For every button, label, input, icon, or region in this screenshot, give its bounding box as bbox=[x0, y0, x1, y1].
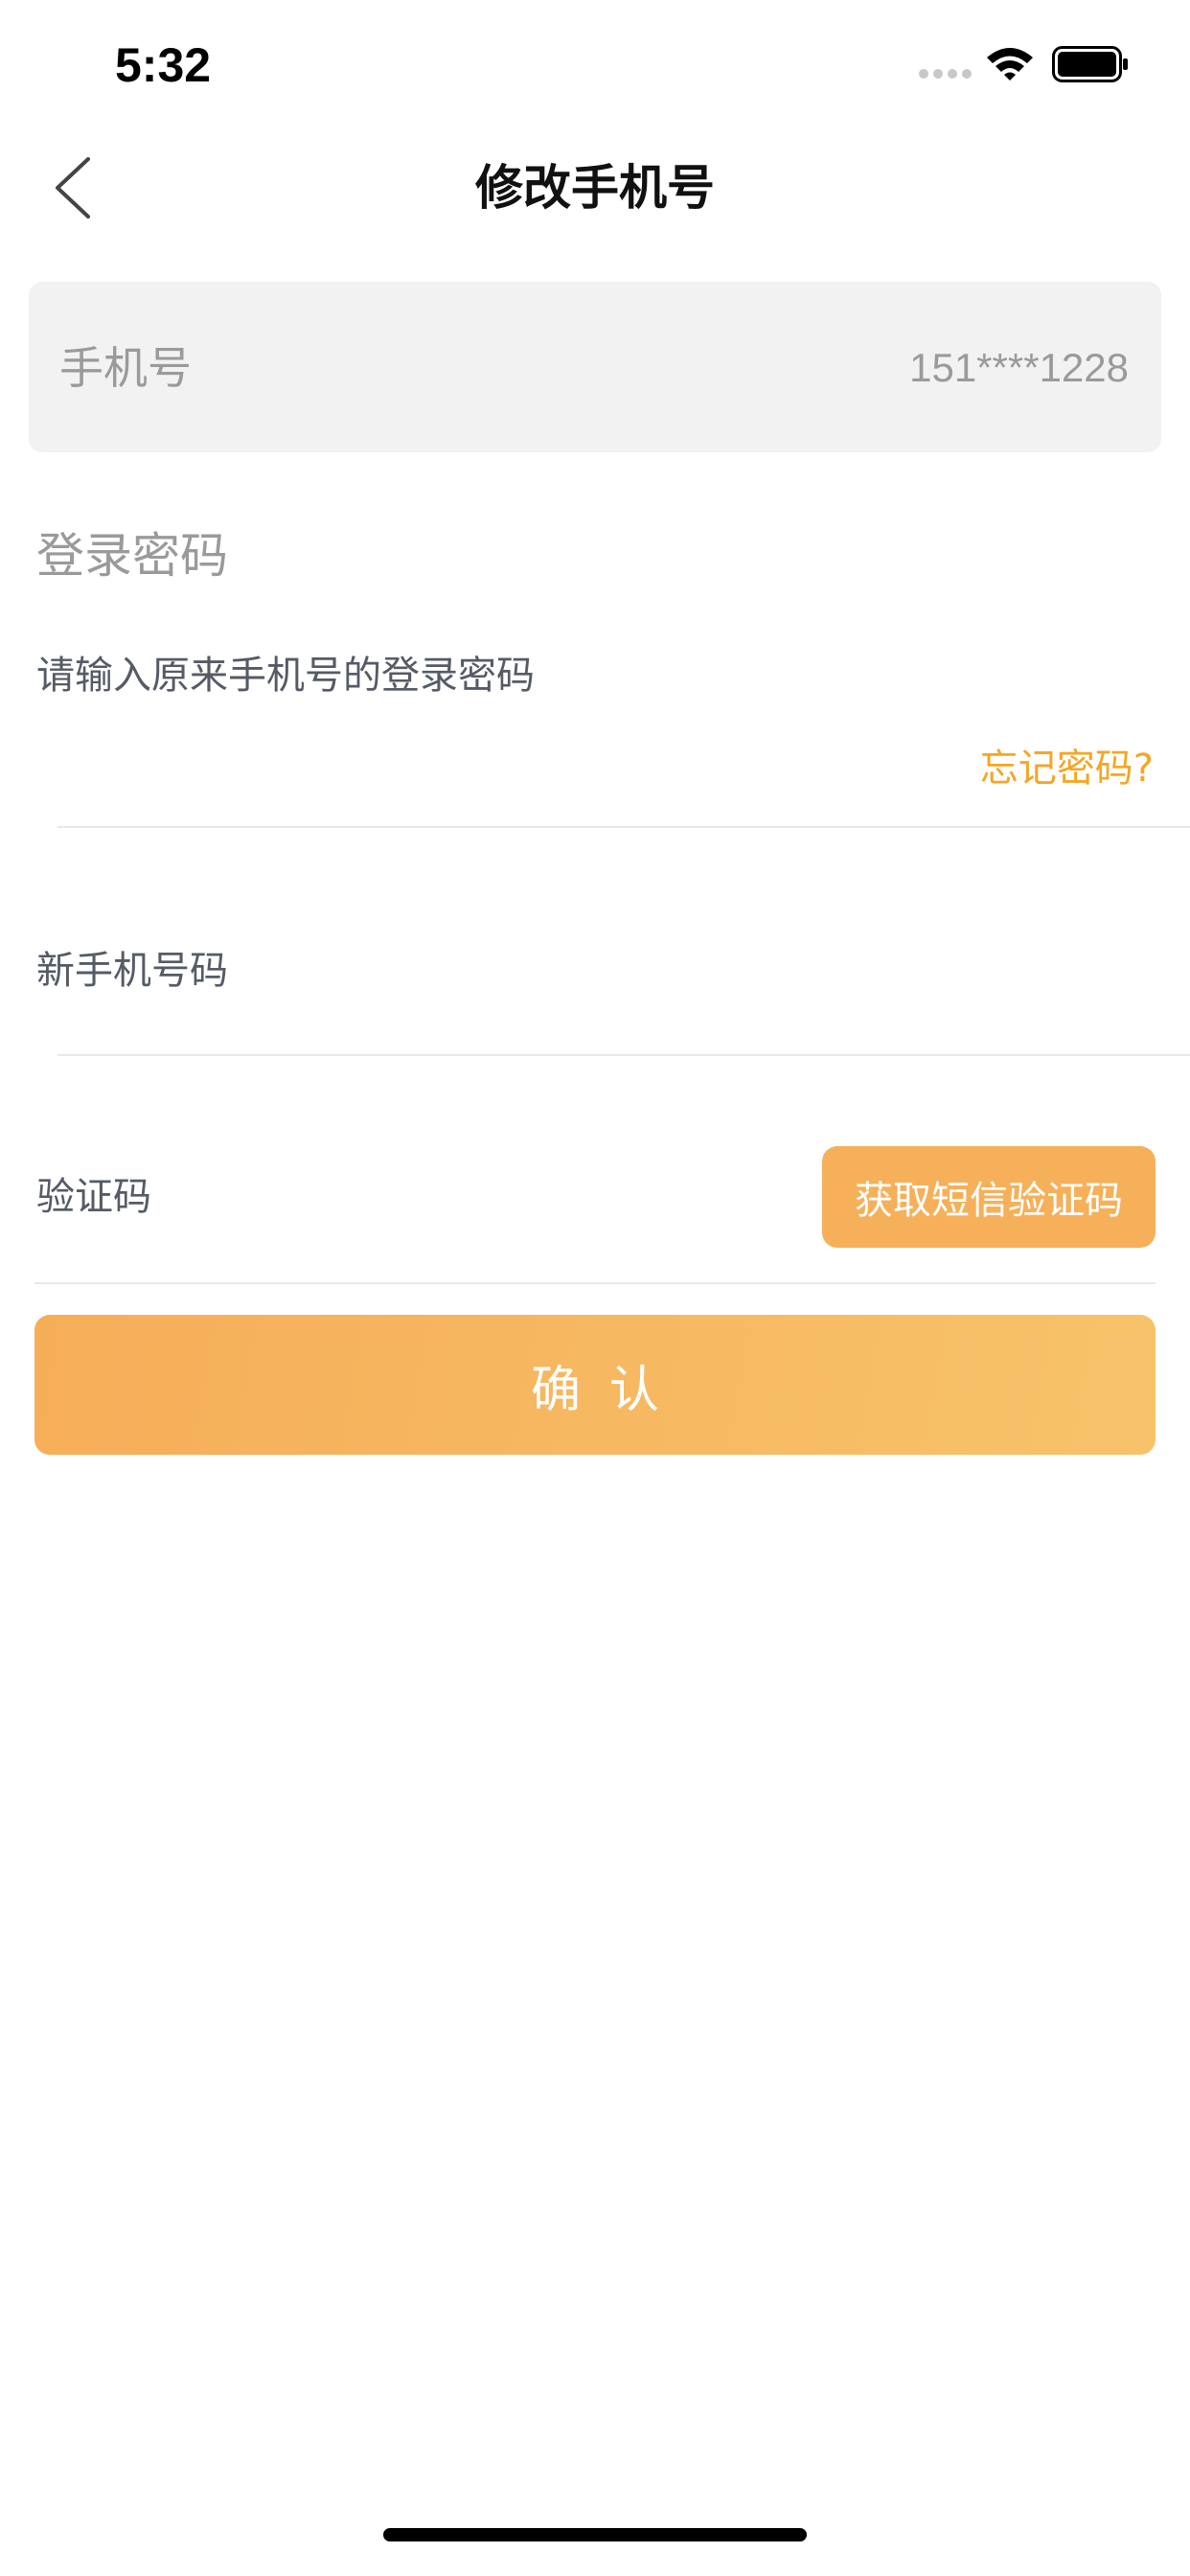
divider bbox=[57, 1054, 1190, 1056]
phone-value: 151****1228 bbox=[909, 345, 1129, 390]
divider bbox=[57, 826, 1190, 828]
signal-icon bbox=[919, 69, 972, 79]
divider bbox=[34, 1282, 1156, 1284]
verification-code-input[interactable] bbox=[36, 1165, 784, 1229]
forgot-password-link[interactable]: 忘记密码? bbox=[980, 740, 1154, 797]
wifi-icon bbox=[987, 48, 1033, 80]
status-time: 5:32 bbox=[115, 38, 212, 92]
old-password-input[interactable] bbox=[36, 644, 1090, 707]
page-title: 修改手机号 bbox=[475, 160, 715, 216]
get-sms-code-button[interactable]: 获取短信验证码 bbox=[822, 1146, 1156, 1248]
phone-label: 手机号 bbox=[59, 342, 192, 394]
login-password-label: 登录密码 bbox=[36, 528, 228, 584]
battery-icon bbox=[1052, 46, 1128, 82]
new-phone-input[interactable] bbox=[36, 939, 1129, 1002]
confirm-button[interactable]: 确认 bbox=[34, 1315, 1156, 1455]
home-indicator bbox=[383, 2528, 807, 2542]
